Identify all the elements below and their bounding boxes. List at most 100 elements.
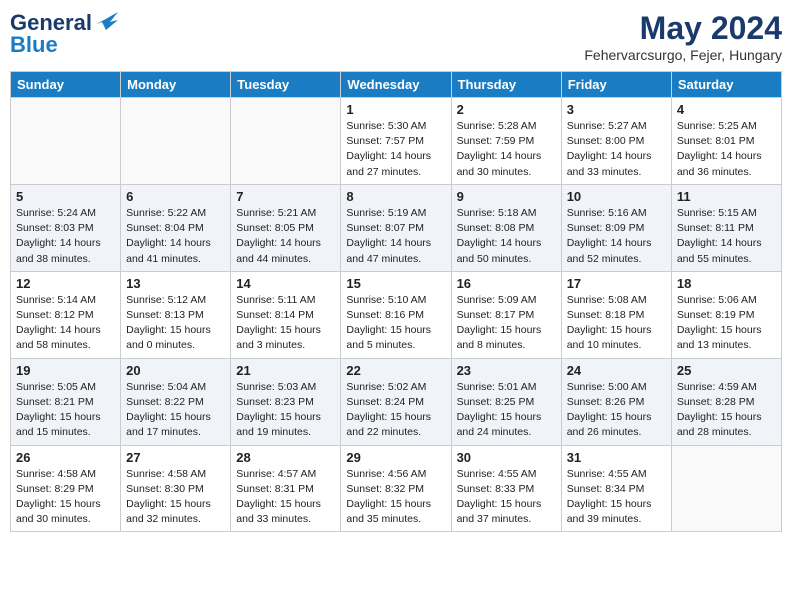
calendar-cell	[121, 98, 231, 185]
day-number: 29	[346, 450, 445, 465]
day-detail: Sunrise: 5:03 AM Sunset: 8:23 PM Dayligh…	[236, 380, 335, 441]
day-detail: Sunrise: 5:16 AM Sunset: 8:09 PM Dayligh…	[567, 206, 666, 267]
day-detail: Sunrise: 5:25 AM Sunset: 8:01 PM Dayligh…	[677, 119, 776, 180]
day-detail: Sunrise: 4:55 AM Sunset: 8:34 PM Dayligh…	[567, 467, 666, 528]
day-number: 30	[457, 450, 556, 465]
day-number: 3	[567, 102, 666, 117]
day-number: 26	[16, 450, 115, 465]
day-detail: Sunrise: 5:11 AM Sunset: 8:14 PM Dayligh…	[236, 293, 335, 354]
calendar-cell: 31 Sunrise: 4:55 AM Sunset: 8:34 PM Dayli…	[561, 445, 671, 532]
calendar-cell: 28 Sunrise: 4:57 AM Sunset: 8:31 PM Dayli…	[231, 445, 341, 532]
calendar-cell: 19 Sunrise: 5:05 AM Sunset: 8:21 PM Dayli…	[11, 358, 121, 445]
weekday-header-tuesday: Tuesday	[231, 72, 341, 98]
day-number: 14	[236, 276, 335, 291]
day-detail: Sunrise: 5:22 AM Sunset: 8:04 PM Dayligh…	[126, 206, 225, 267]
day-number: 9	[457, 189, 556, 204]
day-detail: Sunrise: 5:15 AM Sunset: 8:11 PM Dayligh…	[677, 206, 776, 267]
day-number: 22	[346, 363, 445, 378]
logo: General Blue	[10, 10, 118, 58]
day-number: 25	[677, 363, 776, 378]
day-number: 12	[16, 276, 115, 291]
calendar-cell	[11, 98, 121, 185]
day-detail: Sunrise: 5:09 AM Sunset: 8:17 PM Dayligh…	[457, 293, 556, 354]
day-number: 21	[236, 363, 335, 378]
day-detail: Sunrise: 4:59 AM Sunset: 8:28 PM Dayligh…	[677, 380, 776, 441]
day-detail: Sunrise: 5:27 AM Sunset: 8:00 PM Dayligh…	[567, 119, 666, 180]
day-detail: Sunrise: 4:57 AM Sunset: 8:31 PM Dayligh…	[236, 467, 335, 528]
calendar-cell: 25 Sunrise: 4:59 AM Sunset: 8:28 PM Dayli…	[671, 358, 781, 445]
day-number: 2	[457, 102, 556, 117]
day-detail: Sunrise: 5:00 AM Sunset: 8:26 PM Dayligh…	[567, 380, 666, 441]
logo-blue: Blue	[10, 32, 58, 58]
day-detail: Sunrise: 5:12 AM Sunset: 8:13 PM Dayligh…	[126, 293, 225, 354]
calendar-cell: 15 Sunrise: 5:10 AM Sunset: 8:16 PM Dayli…	[341, 271, 451, 358]
day-detail: Sunrise: 5:30 AM Sunset: 7:57 PM Dayligh…	[346, 119, 445, 180]
day-number: 1	[346, 102, 445, 117]
day-detail: Sunrise: 5:21 AM Sunset: 8:05 PM Dayligh…	[236, 206, 335, 267]
day-detail: Sunrise: 5:14 AM Sunset: 8:12 PM Dayligh…	[16, 293, 115, 354]
calendar-cell: 13 Sunrise: 5:12 AM Sunset: 8:13 PM Dayli…	[121, 271, 231, 358]
day-number: 8	[346, 189, 445, 204]
day-detail: Sunrise: 5:04 AM Sunset: 8:22 PM Dayligh…	[126, 380, 225, 441]
month-title: May 2024	[584, 10, 782, 47]
calendar-cell: 29 Sunrise: 4:56 AM Sunset: 8:32 PM Dayli…	[341, 445, 451, 532]
calendar-cell: 1 Sunrise: 5:30 AM Sunset: 7:57 PM Daylig…	[341, 98, 451, 185]
calendar-cell: 3 Sunrise: 5:27 AM Sunset: 8:00 PM Daylig…	[561, 98, 671, 185]
day-number: 7	[236, 189, 335, 204]
day-number: 17	[567, 276, 666, 291]
calendar-cell: 22Sunrise: 5:02 AM Sunset: 8:24 PM Dayli…	[341, 358, 451, 445]
calendar-cell: 24 Sunrise: 5:00 AM Sunset: 8:26 PM Dayli…	[561, 358, 671, 445]
header: General Blue May 2024 Fehervarcsurgo, Fe…	[10, 10, 782, 63]
location-title: Fehervarcsurgo, Fejer, Hungary	[584, 47, 782, 63]
day-number: 5	[16, 189, 115, 204]
day-detail: Sunrise: 5:05 AM Sunset: 8:21 PM Dayligh…	[16, 380, 115, 441]
day-number: 16	[457, 276, 556, 291]
day-detail: Sunrise: 5:10 AM Sunset: 8:16 PM Dayligh…	[346, 293, 445, 354]
calendar-cell: 8Sunrise: 5:19 AM Sunset: 8:07 PM Daylig…	[341, 184, 451, 271]
day-detail: Sunrise: 5:18 AM Sunset: 8:08 PM Dayligh…	[457, 206, 556, 267]
day-number: 24	[567, 363, 666, 378]
day-number: 18	[677, 276, 776, 291]
day-detail: Sunrise: 4:56 AM Sunset: 8:32 PM Dayligh…	[346, 467, 445, 528]
day-detail: Sunrise: 5:08 AM Sunset: 8:18 PM Dayligh…	[567, 293, 666, 354]
calendar-cell: 2 Sunrise: 5:28 AM Sunset: 7:59 PM Daylig…	[451, 98, 561, 185]
calendar-cell: 10 Sunrise: 5:16 AM Sunset: 8:09 PM Dayli…	[561, 184, 671, 271]
weekday-header-sunday: Sunday	[11, 72, 121, 98]
day-number: 23	[457, 363, 556, 378]
calendar-cell: 17 Sunrise: 5:08 AM Sunset: 8:18 PM Dayli…	[561, 271, 671, 358]
day-detail: Sunrise: 5:06 AM Sunset: 8:19 PM Dayligh…	[677, 293, 776, 354]
calendar-cell: 7 Sunrise: 5:21 AM Sunset: 8:05 PM Daylig…	[231, 184, 341, 271]
day-number: 27	[126, 450, 225, 465]
day-detail: Sunrise: 5:28 AM Sunset: 7:59 PM Dayligh…	[457, 119, 556, 180]
calendar-cell: 11 Sunrise: 5:15 AM Sunset: 8:11 PM Dayli…	[671, 184, 781, 271]
calendar-cell: 12 Sunrise: 5:14 AM Sunset: 8:12 PM Dayli…	[11, 271, 121, 358]
day-detail: Sunrise: 4:58 AM Sunset: 8:29 PM Dayligh…	[16, 467, 115, 528]
day-number: 6	[126, 189, 225, 204]
weekday-header-friday: Friday	[561, 72, 671, 98]
day-detail: Sunrise: 5:01 AM Sunset: 8:25 PM Dayligh…	[457, 380, 556, 441]
calendar-cell: 20 Sunrise: 5:04 AM Sunset: 8:22 PM Dayli…	[121, 358, 231, 445]
day-number: 20	[126, 363, 225, 378]
day-number: 28	[236, 450, 335, 465]
calendar-cell	[671, 445, 781, 532]
calendar-cell: 9 Sunrise: 5:18 AM Sunset: 8:08 PM Daylig…	[451, 184, 561, 271]
calendar-cell	[231, 98, 341, 185]
calendar-cell: 14 Sunrise: 5:11 AM Sunset: 8:14 PM Dayli…	[231, 271, 341, 358]
calendar-cell: 18 Sunrise: 5:06 AM Sunset: 8:19 PM Dayli…	[671, 271, 781, 358]
calendar-cell: 6 Sunrise: 5:22 AM Sunset: 8:04 PM Daylig…	[121, 184, 231, 271]
weekday-header-thursday: Thursday	[451, 72, 561, 98]
day-number: 19	[16, 363, 115, 378]
day-detail: Sunrise: 4:58 AM Sunset: 8:30 PM Dayligh…	[126, 467, 225, 528]
calendar-cell: 23 Sunrise: 5:01 AM Sunset: 8:25 PM Dayli…	[451, 358, 561, 445]
day-number: 31	[567, 450, 666, 465]
day-number: 13	[126, 276, 225, 291]
calendar-cell: 21 Sunrise: 5:03 AM Sunset: 8:23 PM Dayli…	[231, 358, 341, 445]
calendar-cell: 30Sunrise: 4:55 AM Sunset: 8:33 PM Dayli…	[451, 445, 561, 532]
day-number: 10	[567, 189, 666, 204]
weekday-header-monday: Monday	[121, 72, 231, 98]
calendar-cell: 27 Sunrise: 4:58 AM Sunset: 8:30 PM Dayli…	[121, 445, 231, 532]
day-number: 11	[677, 189, 776, 204]
logo-bird-icon	[96, 12, 118, 30]
day-number: 15	[346, 276, 445, 291]
calendar-cell: 26 Sunrise: 4:58 AM Sunset: 8:29 PM Dayli…	[11, 445, 121, 532]
